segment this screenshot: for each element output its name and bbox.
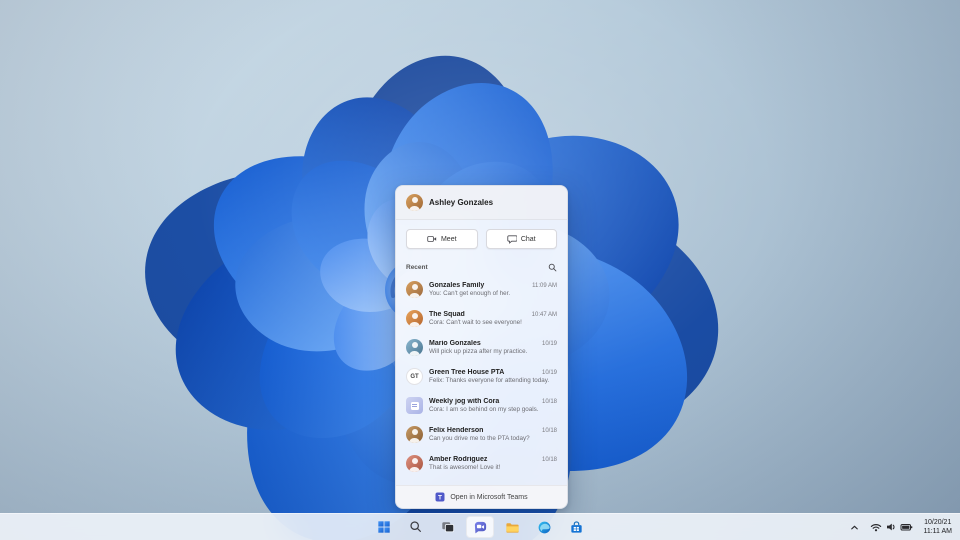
store-icon (570, 520, 582, 533)
conversation-time: 10/19 (541, 370, 557, 376)
edge-button[interactable] (530, 516, 558, 538)
search-taskbar-button[interactable] (402, 516, 430, 538)
taskbar: 10/20/21 11:11 AM (0, 513, 960, 540)
conversation-preview: Can you drive me to the PTA today? (429, 435, 530, 442)
volume-icon (887, 523, 896, 531)
chat-button-flyout[interactable]: Chat (485, 229, 557, 249)
camera-icon (427, 236, 437, 242)
avatar (406, 339, 423, 356)
conversation-preview: That is awesome! Love it! (429, 464, 501, 471)
conversation-name: Felix Henderson (429, 427, 484, 434)
open-in-teams-button[interactable]: T Open in Microsoft Teams (396, 485, 567, 508)
conversation-name: Amber Rodriguez (429, 456, 488, 463)
start-icon (378, 521, 390, 533)
conversation-preview: Felix: Thanks everyone for attending tod… (429, 377, 550, 384)
chat-taskbar-button[interactable] (466, 516, 494, 538)
edge-icon (538, 521, 550, 533)
meet-button-label: Meet (440, 235, 457, 243)
conversation-text: Mario Gonzales 10/19 Will pick up pizza a… (429, 340, 557, 355)
search-icon (548, 263, 557, 272)
chat-icon (474, 521, 486, 533)
conversation-text: Amber Rodriguez 10/18 That is awesome! Lo… (429, 456, 557, 471)
tray-date: 10/20/21 (924, 518, 952, 526)
search-button-flyout[interactable] (548, 263, 557, 272)
list-item[interactable]: GT Green Tree House PTA 10/19 Felix: Than… (396, 362, 567, 391)
file-explorer-button[interactable] (498, 516, 526, 538)
conversation-text: Felix Henderson 10/18 Can you drive me to… (429, 427, 557, 442)
system-tray: 10/20/21 11:11 AM (845, 514, 956, 540)
recent-row: Recent (396, 257, 567, 275)
tray-time: 11:11 AM (923, 528, 952, 535)
user-avatar (406, 194, 423, 211)
conversation-name: The Squad (429, 311, 465, 318)
store-button[interactable] (562, 516, 590, 538)
conversation-preview: You: Can't get enough of her. (429, 290, 511, 297)
conversation-name: Weekly jog with Cora (429, 398, 500, 405)
conversation-time: 10/19 (541, 341, 557, 347)
chat-bubble-icon (507, 235, 517, 244)
conversation-text: The Squad 10:47 AM Cora: Can't wait to se… (429, 311, 557, 326)
conversation-preview: Cora: Can't wait to see everyone! (429, 319, 522, 326)
avatar (406, 426, 423, 443)
user-name: Ashley Gonzales (429, 198, 494, 207)
list-item[interactable]: Mario Gonzales 10/19 Will pick up pizza a… (396, 333, 567, 362)
list-item[interactable]: Weekly jog with Cora 10/18 Cora: I am so … (396, 391, 567, 420)
file-explorer-icon (505, 522, 519, 533)
conversation-name: Gonzales Family (429, 282, 485, 289)
flyout-header: Ashley Gonzales (396, 186, 567, 220)
conversation-name: Mario Gonzales (429, 340, 481, 347)
wifi-icon (871, 524, 882, 532)
conversation-preview: Cora: I am so behind on my step goals. (429, 406, 539, 413)
clock[interactable]: 10/20/21 11:11 AM (919, 516, 956, 538)
avatar (406, 281, 423, 298)
conversation-time: 11:09 AM (532, 283, 557, 289)
conversation-preview: Will pick up pizza after my practice. (429, 348, 528, 355)
conversation-time: 10/18 (541, 428, 557, 434)
task-view-button[interactable] (434, 516, 462, 538)
conversation-text: Weekly jog with Cora 10/18 Cora: I am so … (429, 398, 557, 413)
conversation-text: Gonzales Family 11:09 AM You: Can't get e… (429, 282, 557, 297)
conversation-time: 10/18 (541, 457, 557, 463)
task-view-icon (442, 522, 455, 533)
list-item[interactable]: Gonzales Family 11:09 AM You: Can't get e… (396, 275, 567, 304)
list-item[interactable]: Amber Rodriguez 10/18 That is awesome! Lo… (396, 449, 567, 478)
start-button[interactable] (370, 516, 398, 538)
conversation-time: 10/18 (541, 399, 557, 405)
open-in-teams-label: Open in Microsoft Teams (450, 493, 528, 501)
avatar-initials: GT (406, 368, 423, 385)
chevron-up-icon (851, 525, 859, 529)
conversation-time: 10:47 AM (531, 312, 557, 318)
network-volume-battery-button[interactable] (866, 516, 917, 538)
conversation-list: Gonzales Family 11:09 AM You: Can't get e… (396, 275, 567, 485)
calendar-icon (406, 397, 423, 414)
chat-button-label: Chat (520, 235, 536, 243)
tray-chevron-button[interactable] (845, 516, 864, 538)
conversation-name: Green Tree House PTA (429, 369, 505, 376)
taskbar-center (370, 514, 590, 540)
recent-label: Recent (406, 264, 428, 271)
list-item[interactable]: Felix Henderson 10/18 Can you drive me to… (396, 420, 567, 449)
teams-chat-flyout: Ashley Gonzales Meet Chat Recent Gonzale… (395, 185, 568, 509)
avatar (406, 455, 423, 472)
avatar (406, 310, 423, 327)
search-icon (410, 521, 421, 532)
teams-icon: T (435, 492, 445, 502)
meet-button[interactable]: Meet (406, 229, 478, 249)
svg-text:T: T (438, 494, 442, 501)
list-item[interactable]: The Squad 10:47 AM Cora: Can't wait to se… (396, 304, 567, 333)
battery-icon (900, 524, 913, 531)
conversation-text: Green Tree House PTA 10/19 Felix: Thanks … (429, 369, 557, 384)
flyout-actions: Meet Chat (396, 220, 567, 257)
